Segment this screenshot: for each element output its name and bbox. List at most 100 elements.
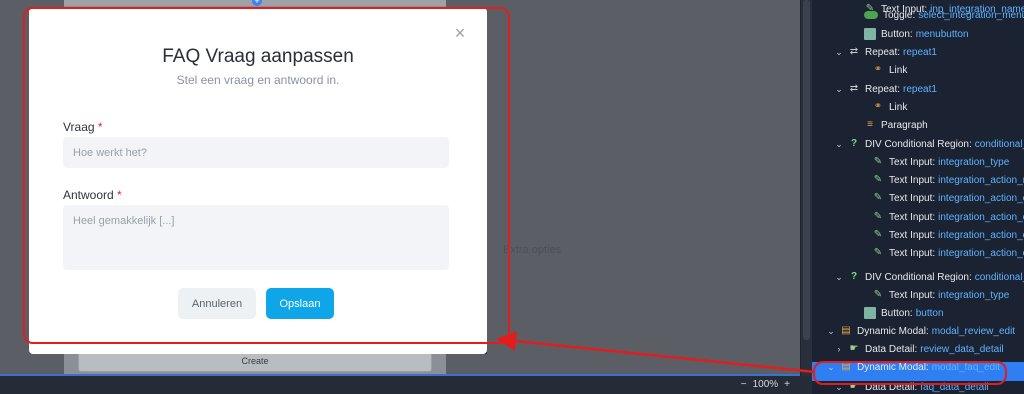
tree-item[interactable]: ✎ Text Input:integration_action_contac (858, 244, 1024, 262)
tree-item[interactable]: ⚭ Link (858, 61, 910, 79)
tree-item-type: Dynamic Modal: (857, 325, 929, 337)
zoom-in-icon[interactable]: + (784, 379, 790, 390)
tree-item-id: conditional_in (974, 271, 1024, 283)
chevron-icon[interactable]: ⌄ (834, 84, 844, 95)
tree-item-id: conditional_in (974, 138, 1024, 150)
vraag-input[interactable] (63, 137, 449, 168)
tree-item[interactable]: ✎ Text Input:integration_action_contac (858, 226, 1024, 244)
repeat-icon: ⇄ (849, 46, 859, 57)
chevron-icon[interactable]: ⌄ (834, 47, 844, 58)
tree-item-type: Toggle: (883, 9, 916, 21)
tree-item[interactable]: ⌄ ⇄ Repeat: repeat1 (834, 43, 937, 61)
tree-item[interactable]: ⚭ Link (858, 98, 910, 116)
modal-title: FAQ Vraag aanpassen (162, 46, 354, 67)
tree-item[interactable]: ✎ Text Input: integration_type (858, 286, 1010, 304)
tree-item-type: Text Input: (889, 289, 936, 301)
tree-item[interactable]: ✎ Text Input:integration_action_create (858, 189, 1024, 207)
faq-edit-modal: × FAQ Vraag aanpassen Stel een vraag en … (29, 8, 487, 354)
tree-item-type: Paragraph (881, 119, 928, 131)
tree-item-type: Text Input: (889, 229, 936, 241)
chevron-icon[interactable]: ⌄ (834, 272, 844, 283)
tree-item[interactable]: ⌄? DIV Conditional Region:conditional_in (834, 135, 1024, 153)
element-tree-panel: ✎ Text Input: inp_integration_name Toggle: s… (812, 0, 1024, 394)
tree-item-type: Text Input: (889, 247, 936, 259)
pencil-icon: ✎ (873, 156, 883, 167)
tree-item-type: Data Detail: (865, 343, 918, 355)
zoom-control: − 100% + (741, 379, 790, 390)
toggle-icon (864, 11, 878, 19)
chevron-icon[interactable]: ⌄ (826, 326, 836, 337)
tree-item-type: DIV Conditional Region: (865, 138, 972, 150)
pencil-icon: ✎ (873, 247, 883, 258)
zoom-level: 100% (752, 379, 779, 390)
modal-subtitle: Stel een vraag en antwoord in. (176, 73, 340, 87)
tree-item[interactable]: ✎ Text Input:integration_action_name (858, 171, 1024, 189)
chevron-icon[interactable]: ⌄ (826, 362, 836, 373)
antwoord-textarea[interactable] (63, 205, 449, 270)
tree-item-id: integration_action_contac (938, 229, 1024, 241)
tree-item-id: menubutton (915, 28, 969, 40)
chevron-icon[interactable]: ⌄ (834, 382, 844, 393)
pencil-icon: ✎ (873, 174, 883, 185)
tree-item[interactable]: Toggle: select_integration_menu (850, 6, 1024, 24)
save-button[interactable]: Opslaan (266, 288, 334, 319)
tree-item[interactable]: ⌄ ☛ Data Detail: faq_data_detail (834, 378, 988, 394)
tree-item-id: modal_faq_edit (931, 361, 1001, 373)
tree-item-type: Data Detail: (865, 381, 918, 393)
tree-item-id: integration_action_name (938, 174, 1024, 186)
chevron-icon[interactable]: › (834, 344, 844, 354)
tree-item-type: Button: (881, 307, 913, 319)
tree-item-id: integration_type (938, 289, 1010, 301)
pencil-icon: ✎ (873, 289, 883, 300)
tree-item[interactable]: Button: menubutton (850, 25, 969, 43)
tree-item[interactable]: ⌄ ▤ Dynamic Modal: modal_review_edit (826, 322, 1015, 340)
tree-item-type: Text Input: (889, 211, 936, 223)
tree-item-id: repeat1 (903, 83, 937, 95)
tree-item[interactable]: ⌄ ⇄ Repeat: repeat1 (834, 80, 937, 98)
zoom-out-icon[interactable]: − (741, 379, 747, 390)
box-icon (864, 28, 876, 40)
tree-item-type: Repeat: (865, 83, 901, 95)
canvas-area: + Extra opties Create × FAQ Vraag aanpas… (0, 0, 800, 376)
tree-item[interactable]: Button: button (850, 304, 944, 322)
vraag-label-text: Vraag (63, 120, 95, 134)
paragraph-icon: ≡ (867, 119, 873, 130)
pencil-icon: ✎ (873, 192, 883, 203)
tree-item-id: repeat1 (903, 46, 937, 58)
hand-icon: ☛ (849, 381, 859, 392)
tree-item-id: integration_action_create (938, 192, 1024, 204)
modal-icon: ▤ (841, 325, 851, 336)
question-icon: ? (850, 271, 858, 282)
status-bar: − 100% + (0, 376, 812, 394)
scrollbar-thumb[interactable] (803, 0, 810, 340)
close-icon[interactable]: × (453, 24, 467, 42)
required-marker: * (97, 120, 103, 134)
tree-item-id: integration_type (938, 156, 1010, 168)
tree-item-id: button (915, 307, 944, 319)
pencil-icon: ✎ (873, 229, 883, 240)
tree-item[interactable]: ⌄? DIV Conditional Region:conditional_in (834, 268, 1024, 286)
required-marker: * (117, 188, 122, 202)
modal-icon: ▤ (841, 361, 851, 372)
tree-item-type: DIV Conditional Region: (865, 271, 972, 283)
tree-item[interactable]: ≡ Paragraph (850, 116, 931, 134)
tree-item-type: Link (889, 64, 908, 76)
tree-item[interactable]: ✎ Text Input: integration_type (858, 153, 1010, 171)
tree-item[interactable]: ⌄ ▤ Dynamic Modal: modal_faq_edit (826, 358, 1000, 376)
tree-item-type: Repeat: (865, 46, 901, 58)
antwoord-label-text: Antwoord (63, 188, 114, 202)
tree-item[interactable]: ✎ Text Input:integration_action_create (858, 208, 1024, 226)
tree-item-id: modal_review_edit (931, 325, 1016, 337)
tree-item[interactable]: › ☛ Data Detail: review_data_detail (834, 340, 1004, 358)
tree-item-id: select_integration_menu (918, 9, 1024, 21)
link-icon: ⚭ (873, 64, 883, 75)
repeat-icon: ⇄ (849, 83, 859, 94)
question-icon: ? (850, 138, 858, 149)
tree-item-type: Text Input: (889, 174, 936, 186)
tree-item-type: Button: (881, 28, 913, 40)
cancel-button[interactable]: Annuleren (178, 288, 256, 319)
tree-item-id: integration_action_create (938, 211, 1024, 223)
antwoord-label: Antwoord * (63, 188, 122, 202)
chevron-icon[interactable]: ⌄ (834, 139, 844, 150)
link-icon: ⚭ (873, 101, 883, 112)
